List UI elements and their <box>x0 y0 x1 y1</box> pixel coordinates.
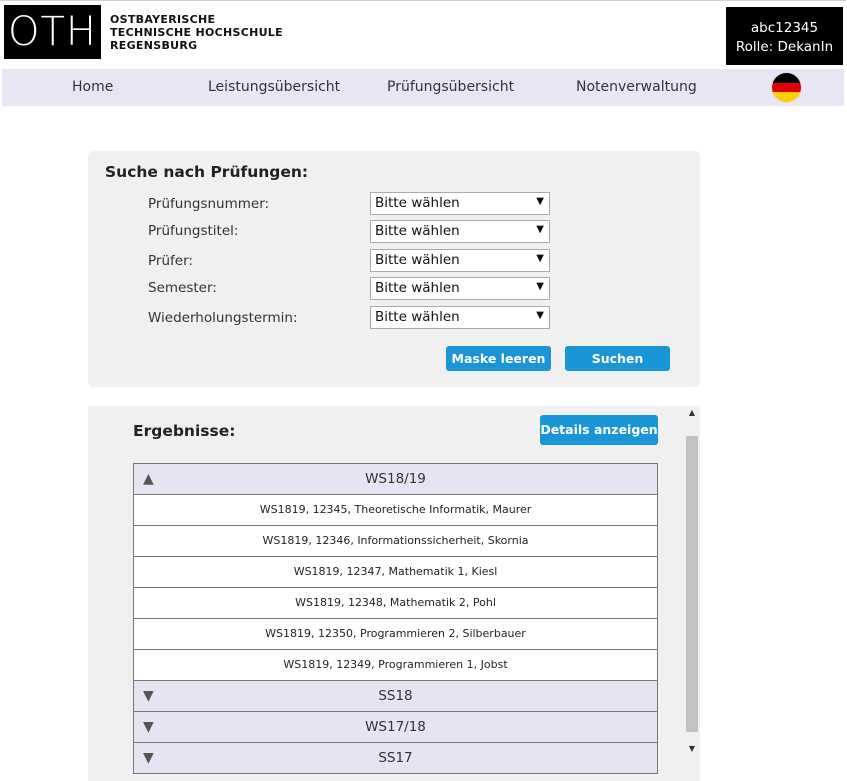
select-value: Bitte wählen <box>375 252 460 268</box>
field-label-semester: Semester: <box>148 280 217 296</box>
search-button[interactable]: Suchen <box>565 346 670 371</box>
select-value: Bitte wählen <box>375 280 460 296</box>
expand-arrow-icon: ▼ <box>143 688 154 704</box>
user-role: Rolle: DekanIn <box>735 39 834 55</box>
nav-item-notenverwaltung[interactable]: Notenverwaltung <box>576 79 697 95</box>
university-line: TECHNISCHE HOCHSCHULE <box>110 26 283 39</box>
expand-arrow-icon: ▼ <box>143 750 154 766</box>
field-label-pruefungstitel: Prüfungstitel: <box>148 223 239 239</box>
list-item[interactable]: WS1819, 12347, Mathematik 1, Kiesl <box>133 556 658 588</box>
results-list: ▲ WS18/19 WS1819, 12345, Theoretische In… <box>133 463 658 774</box>
field-label-wiederholungstermin: Wiederholungstermin: <box>148 310 298 326</box>
search-title: Suche nach Prüfungen: <box>105 163 309 181</box>
user-info-box: abc12345 Rolle: DekanIn <box>726 7 843 65</box>
list-item[interactable]: WS1819, 12348, Mathematik 2, Pohl <box>133 587 658 619</box>
field-label-pruefungsnummer: Prüfungsnummer: <box>148 196 270 212</box>
nav-item-leistungsuebersicht[interactable]: Leistungsübersicht <box>208 79 340 95</box>
list-item[interactable]: WS1819, 12350, Programmieren 2, Silberba… <box>133 618 658 650</box>
scroll-down-icon[interactable]: ▼ <box>685 744 699 758</box>
dropdown-arrow-icon: ▼ <box>536 281 544 292</box>
group-label: SS18 <box>378 688 413 704</box>
nav-item-pruefungsuebersicht[interactable]: Prüfungsübersicht <box>387 79 514 95</box>
select-value: Bitte wählen <box>375 223 460 239</box>
semester-group-ss18[interactable]: ▼ SS18 <box>133 680 658 712</box>
semester-group-ss17[interactable]: ▼ SS17 <box>133 742 658 774</box>
results-scrollbar[interactable]: ▲ ▼ <box>685 406 699 762</box>
nav-item-home[interactable]: Home <box>72 79 113 95</box>
user-id: abc12345 <box>750 20 819 36</box>
main-nav: Home Leistungsübersicht Prüfungsübersich… <box>2 69 844 106</box>
group-label: WS18/19 <box>365 471 426 487</box>
university-line: REGENSBURG <box>110 39 198 52</box>
semester-group-ws1718[interactable]: ▼ WS17/18 <box>133 711 658 743</box>
expand-arrow-icon: ▼ <box>143 719 154 735</box>
wiederholungstermin-select[interactable]: Bitte wählen ▼ <box>370 306 550 329</box>
semester-group-ws1819[interactable]: ▲ WS18/19 <box>133 463 658 495</box>
select-value: Bitte wählen <box>375 195 460 211</box>
scroll-thumb[interactable] <box>686 436 698 732</box>
oth-logo[interactable]: OTH <box>4 5 101 59</box>
university-name: OSTBAYERISCHE TECHNISCHE HOCHSCHULE REGE… <box>110 13 283 52</box>
clear-form-button[interactable]: Maske leeren <box>446 346 551 371</box>
page: OTH OSTBAYERISCHE TECHNISCHE HOCHSCHULE … <box>0 0 847 781</box>
group-label: SS17 <box>378 750 413 766</box>
results-title: Ergebnisse: <box>133 422 236 440</box>
collapse-arrow-icon: ▲ <box>143 471 154 487</box>
details-button[interactable]: Details anzeigen <box>540 415 658 445</box>
dropdown-arrow-icon: ▼ <box>536 310 544 321</box>
dropdown-arrow-icon: ▼ <box>536 253 544 264</box>
top-divider <box>0 0 847 1</box>
scroll-up-icon[interactable]: ▲ <box>685 408 699 422</box>
search-panel: Suche nach Prüfungen: Prüfungsnummer: Bi… <box>88 151 700 387</box>
field-label-pruefer: Prüfer: <box>148 253 193 269</box>
group-label: WS17/18 <box>365 719 426 735</box>
pruefungstitel-select[interactable]: Bitte wählen ▼ <box>370 220 550 243</box>
semester-select[interactable]: Bitte wählen ▼ <box>370 277 550 300</box>
pruefer-select[interactable]: Bitte wählen ▼ <box>370 249 550 272</box>
select-value: Bitte wählen <box>375 309 460 325</box>
list-item[interactable]: WS1819, 12349, Programmieren 1, Jobst <box>133 649 658 681</box>
list-item[interactable]: WS1819, 12345, Theoretische Informatik, … <box>133 494 658 526</box>
university-line: OSTBAYERISCHE <box>110 13 216 26</box>
dropdown-arrow-icon: ▼ <box>536 196 544 207</box>
pruefungsnummer-select[interactable]: Bitte wählen ▼ <box>370 192 550 215</box>
list-item[interactable]: WS1819, 12346, Informationssicherheit, S… <box>133 525 658 557</box>
dropdown-arrow-icon: ▼ <box>536 224 544 235</box>
german-flag-icon[interactable] <box>771 72 802 103</box>
